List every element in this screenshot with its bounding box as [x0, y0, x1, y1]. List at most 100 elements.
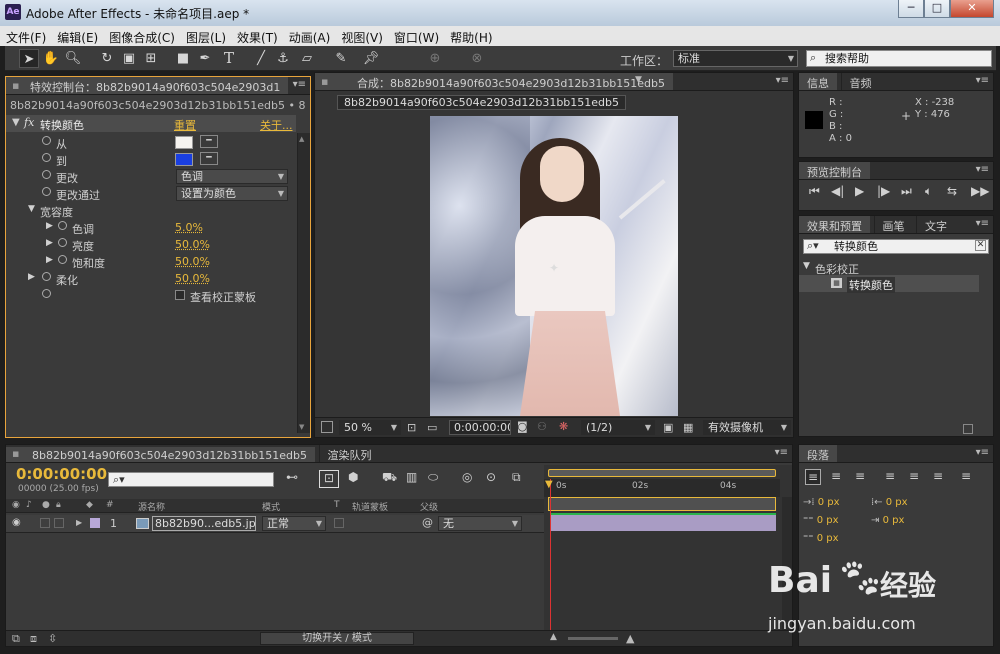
panel-menu-icon[interactable]: ▾≡: [775, 447, 788, 458]
stopwatch-icon[interactable]: [42, 136, 51, 145]
justify-center-icon[interactable]: ≡: [909, 469, 919, 483]
header-t[interactable]: T: [334, 500, 340, 510]
first-line-indent-value[interactable]: 0 px: [883, 515, 905, 526]
tab-timeline[interactable]: 8b82b9014a90f603c504e2903d12b31bb151edb5: [6, 447, 316, 462]
effect-header-row[interactable]: ▼ fx 转换颜色 重置 关于...: [6, 115, 296, 132]
stopwatch-icon[interactable]: [42, 187, 51, 196]
play-icon[interactable]: ▶: [855, 184, 864, 198]
new-folder-icon[interactable]: [963, 424, 973, 434]
menu-effect[interactable]: 效果(T): [231, 26, 283, 46]
zoom-tool-icon[interactable]: 🔍︎: [63, 49, 83, 68]
tab-effect-controls[interactable]: 特效控制台：8b82b9014a90f603c504e2903d1: [6, 77, 289, 94]
tab-info[interactable]: 信息: [799, 73, 837, 90]
ram-preview-icon[interactable]: ▶▶: [971, 184, 989, 198]
pen-tool-icon[interactable]: ✒: [195, 49, 215, 68]
panel-menu-icon[interactable]: ▾≡: [293, 79, 306, 90]
layer-duration-bar[interactable]: [550, 515, 776, 531]
expand-triangle-icon[interactable]: ▼: [803, 261, 810, 271]
tab-preview[interactable]: 预览控制台: [799, 162, 870, 179]
toggle-switches-modes-button[interactable]: 切换开关 / 模式: [260, 632, 414, 645]
tab-audio[interactable]: 音频: [840, 73, 880, 90]
transparency-grid-icon[interactable]: ▦: [683, 421, 693, 434]
rectangle-tool-icon[interactable]: ■: [173, 49, 193, 68]
solo-icon[interactable]: ●: [42, 500, 50, 510]
expand-triangle-icon[interactable]: ▶: [46, 255, 53, 265]
panel-menu-icon[interactable]: ▾≡: [976, 447, 989, 458]
expand-triangle-icon[interactable]: ▶: [28, 272, 35, 282]
softness-value[interactable]: 50.0%: [175, 272, 210, 285]
hand-tool-icon[interactable]: ✋: [41, 49, 61, 68]
parent-select[interactable]: 无: [438, 516, 522, 531]
rotate-tool-icon[interactable]: ↻: [97, 49, 117, 68]
stopwatch-icon[interactable]: [42, 153, 51, 162]
pan-behind-tool-icon[interactable]: ⊞: [141, 49, 161, 68]
expand-triangle-icon[interactable]: ▼: [28, 204, 35, 214]
comp-button-icon[interactable]: ⧉: [12, 632, 20, 646]
menu-help[interactable]: 帮助(H): [444, 26, 497, 46]
change-select[interactable]: 色调: [176, 169, 288, 184]
help-search-input[interactable]: 搜索帮助: [806, 50, 992, 67]
panel-menu-icon[interactable]: ▾≡: [776, 75, 789, 86]
expand-triangle-icon[interactable]: ▶: [76, 518, 82, 527]
eyedropper-icon[interactable]: ━: [200, 135, 218, 148]
stopwatch-icon[interactable]: [58, 238, 67, 247]
close-button[interactable]: ✕: [950, 0, 994, 18]
stopwatch-icon[interactable]: [42, 272, 51, 281]
lock-column-icon[interactable]: 🔒︎: [56, 500, 61, 510]
anchor-point-icon[interactable]: ✦: [549, 261, 559, 275]
indent-left-value[interactable]: 0 px: [818, 497, 840, 508]
show-snapshot-icon[interactable]: ⚇: [537, 420, 547, 433]
prop-tolerance-row[interactable]: ▼ 宽容度: [6, 202, 296, 219]
work-area-range[interactable]: [548, 497, 776, 511]
resolution-select[interactable]: (1/2): [581, 420, 655, 435]
label-icon[interactable]: ◆: [86, 500, 93, 510]
stopwatch-icon[interactable]: [42, 289, 51, 298]
snapshot-icon[interactable]: ◙: [517, 420, 528, 433]
align-left-icon[interactable]: ≡: [805, 469, 822, 485]
minimize-button[interactable]: ─: [898, 0, 924, 18]
camera-select[interactable]: 有效摄像机: [703, 420, 791, 435]
composition-dropdown-icon[interactable]: ▼: [635, 75, 642, 85]
tab-paragraph[interactable]: 段落: [799, 445, 837, 462]
puppet-pin-tool-icon[interactable]: 📌︎: [361, 49, 381, 68]
motion-blur-icon[interactable]: ⬭: [428, 470, 438, 485]
layer-row[interactable]: ◉ ▶ 1 8b82b90...edb5.jpg 正常 @ 无: [6, 515, 544, 533]
menu-composition[interactable]: 图像合成(C): [103, 26, 180, 46]
draft-3d-icon[interactable]: ⬢: [348, 470, 358, 484]
effects-search-input[interactable]: 转换颜色: [803, 239, 989, 254]
indent-right-value[interactable]: 0 px: [886, 497, 908, 508]
zoom-in-icon[interactable]: ▲: [626, 632, 634, 645]
fit-icon[interactable]: ⊡: [407, 421, 416, 434]
pick-whip-icon[interactable]: @: [422, 516, 433, 529]
comp-mini-flowchart-icon[interactable]: ⊷: [286, 470, 298, 484]
scroll-up-icon[interactable]: ▲: [299, 135, 309, 143]
brainstorm-icon[interactable]: ◎: [462, 470, 472, 484]
header-source-name[interactable]: 源名称: [138, 500, 165, 513]
next-frame-icon[interactable]: |▶: [877, 184, 890, 198]
change-by-select[interactable]: 设置为颜色: [176, 186, 288, 201]
header-parent[interactable]: 父级: [420, 500, 438, 513]
justify-left-icon[interactable]: ≡: [885, 469, 895, 483]
space-after-value[interactable]: 0 px: [817, 533, 839, 544]
to-color-swatch[interactable]: [175, 153, 193, 166]
scroll-down-icon[interactable]: ▼: [299, 423, 309, 431]
brush-tool-icon[interactable]: ╱: [251, 49, 271, 68]
lock-icon[interactable]: ▪: [12, 447, 19, 460]
header-trkmat[interactable]: 轨道蒙板: [352, 500, 388, 513]
first-frame-icon[interactable]: ⏮: [809, 184, 820, 199]
playhead-icon[interactable]: ▼: [545, 479, 553, 490]
clone-stamp-tool-icon[interactable]: ⚓: [273, 49, 293, 68]
panel-menu-icon[interactable]: ▾≡: [976, 218, 989, 229]
align-center-icon[interactable]: ≡: [831, 469, 841, 483]
expand-triangle-icon[interactable]: ▶: [46, 238, 53, 248]
camera-tool-icon[interactable]: ▣: [119, 49, 139, 68]
solo-checkbox[interactable]: [40, 518, 50, 528]
axis-mode-icon[interactable]: ⊕: [425, 49, 445, 68]
menu-window[interactable]: 窗口(W): [388, 26, 444, 46]
panel-menu-icon[interactable]: ▾≡: [976, 164, 989, 175]
blend-mode-select[interactable]: 正常: [262, 516, 326, 531]
work-area-bar[interactable]: [548, 469, 776, 477]
menu-view[interactable]: 视图(V): [335, 26, 388, 46]
lock-checkbox[interactable]: [54, 518, 64, 528]
stopwatch-icon[interactable]: [42, 170, 51, 179]
